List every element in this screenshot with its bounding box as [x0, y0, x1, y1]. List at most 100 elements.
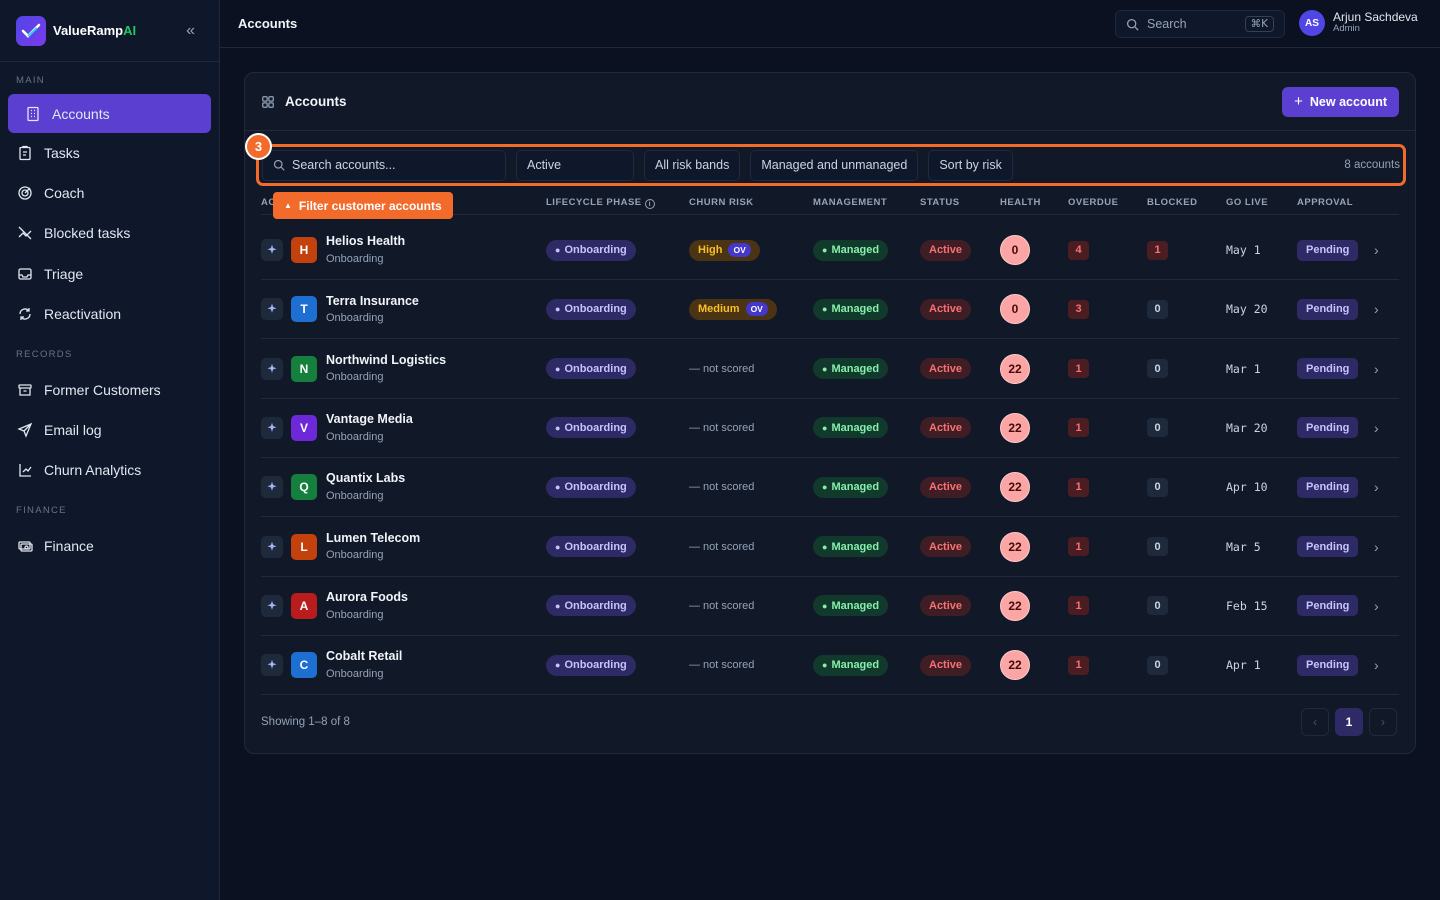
sidebar-item-blocked-tasks[interactable]: Blocked tasks	[8, 215, 211, 251]
status-badge: Active	[920, 358, 972, 380]
management-badge: ● Managed	[813, 417, 889, 439]
table-row[interactable]: N Northwind Logistics Onboarding ● Onboar…	[261, 340, 1399, 399]
status-badge: Active	[920, 298, 972, 320]
col-approval[interactable]: APPROVAL	[1297, 197, 1353, 208]
prev-page-button[interactable]: ‹	[1301, 708, 1329, 736]
account-subtitle: Onboarding	[326, 608, 384, 621]
churn-risk-badge: Medium OV	[689, 298, 777, 320]
sparkle-icon[interactable]	[261, 654, 283, 677]
account-name[interactable]: Terra Insurance	[326, 295, 419, 308]
col-management[interactable]: MANAGEMENT	[813, 197, 887, 208]
sparkle-icon[interactable]	[261, 416, 283, 439]
account-name[interactable]: Northwind Logistics	[326, 354, 446, 367]
table-row[interactable]: L Lumen Telecom Onboarding ● Onboarding —…	[261, 518, 1399, 577]
sparkle-icon[interactable]	[261, 594, 283, 617]
status-badge: Active	[920, 417, 972, 439]
page-1-button[interactable]: 1	[1335, 708, 1363, 736]
account-name[interactable]: Vantage Media	[326, 413, 413, 426]
caret-up-icon: ▲	[284, 201, 292, 210]
sidebar-item-churn-analytics[interactable]: Churn Analytics	[8, 452, 211, 488]
health-score: 22	[1000, 650, 1030, 681]
sidebar-item-email-log[interactable]: Email log	[8, 412, 211, 448]
table-row[interactable]: V Vantage Media Onboarding ● Onboarding —…	[261, 399, 1399, 458]
sparkle-icon[interactable]	[261, 535, 283, 558]
chevron-right-icon[interactable]: ›	[1374, 657, 1379, 673]
col-go-live[interactable]: GO LIVE	[1226, 197, 1268, 208]
churn-risk-text: — not scored	[689, 421, 755, 434]
chart-up-icon	[19, 464, 32, 477]
col-churn-risk[interactable]: CHURN RISK	[689, 197, 754, 208]
account-search-input[interactable]	[292, 158, 482, 172]
lifecycle-badge: ● Onboarding	[546, 358, 636, 380]
sparkle-icon[interactable]	[261, 476, 283, 499]
chevron-right-icon[interactable]: ›	[1374, 301, 1379, 317]
card-title: Accounts	[285, 94, 347, 109]
risk-filter[interactable]: All risk bands	[644, 149, 741, 181]
table-row[interactable]: Q Quantix Labs Onboarding ● Onboarding — …	[261, 458, 1399, 518]
col-health[interactable]: HEALTH	[1000, 197, 1041, 208]
account-name[interactable]: Helios Health	[326, 235, 405, 248]
new-account-button[interactable]: + New account	[1282, 86, 1399, 117]
approval-badge: Pending	[1297, 595, 1359, 617]
sidebar-item-accounts[interactable]: Accounts	[8, 94, 211, 133]
blocked-count: 0	[1147, 655, 1168, 675]
account-name[interactable]: Aurora Foods	[326, 591, 408, 604]
management-filter[interactable]: Managed and unmanaged	[750, 149, 919, 181]
churn-risk-badge: High OV	[689, 239, 760, 261]
chevron-right-icon[interactable]: ›	[1374, 479, 1379, 495]
health-score: 0	[1000, 294, 1030, 325]
target-icon	[18, 186, 32, 200]
sidebar-item-triage[interactable]: Triage	[8, 256, 211, 292]
info-icon: i	[644, 199, 655, 209]
overdue-count: 1	[1068, 537, 1089, 556]
go-live-date: Mar 1	[1226, 361, 1261, 376]
chevron-right-icon[interactable]: ›	[1374, 598, 1379, 614]
global-search[interactable]: Search ⌘K	[1115, 10, 1285, 38]
sparkle-icon[interactable]	[261, 239, 283, 261]
col-overdue[interactable]: OVERDUE	[1068, 197, 1118, 208]
pagination-summary: Showing 1–8 of 8	[261, 716, 350, 728]
col-lifecycle-phase[interactable]: LIFECYCLE PHASE i	[546, 197, 655, 209]
table-row[interactable]: A Aurora Foods Onboarding ● Onboarding — …	[261, 577, 1399, 636]
sidebar-item-finance[interactable]: Finance	[8, 528, 211, 564]
sidebar-item-tasks[interactable]: Tasks	[8, 135, 211, 171]
status-filter[interactable]: Active	[516, 149, 634, 181]
account-subtitle: Onboarding	[326, 371, 384, 384]
table-row[interactable]: C Cobalt Retail Onboarding ● Onboarding —…	[261, 636, 1399, 696]
sidebar-item-label: Former Customers	[44, 382, 161, 398]
sparkle-icon[interactable]	[261, 357, 283, 380]
chevron-right-icon[interactable]: ›	[1374, 242, 1379, 258]
archive-icon	[18, 384, 32, 396]
table-row[interactable]: H Helios Health Onboarding ● Onboarding H…	[261, 221, 1399, 280]
account-name[interactable]: Lumen Telecom	[326, 532, 420, 545]
management-badge: ● Managed	[813, 298, 889, 320]
user-menu[interactable]: AS Arjun Sachdeva Admin	[1299, 10, 1418, 36]
lifecycle-badge: ● Onboarding	[546, 654, 636, 676]
col-status[interactable]: STATUS	[920, 197, 960, 208]
inbox-icon	[18, 268, 32, 280]
account-search-field[interactable]	[262, 149, 506, 181]
collapse-sidebar-icon[interactable]: «	[186, 22, 195, 40]
sidebar-item-reactivation[interactable]: Reactivation	[8, 296, 211, 332]
status-badge: Active	[920, 654, 972, 676]
go-live-date: May 20	[1226, 302, 1268, 317]
col-blocked[interactable]: BLOCKED	[1147, 197, 1197, 208]
sidebar-item-coach[interactable]: Coach	[8, 175, 211, 211]
sidebar-item-label: Churn Analytics	[44, 462, 142, 478]
chevron-right-icon[interactable]: ›	[1374, 361, 1379, 377]
blocked-count: 0	[1147, 359, 1168, 379]
account-count: 8 accounts	[1344, 159, 1400, 171]
sort-select[interactable]: Sort by risk	[928, 149, 1013, 181]
blocked-count: 0	[1147, 537, 1168, 556]
sidebar-item-former-customers[interactable]: Former Customers	[8, 372, 211, 408]
table-row[interactable]: T Terra Insurance Onboarding ● Onboarding…	[261, 280, 1399, 340]
account-name[interactable]: Quantix Labs	[326, 472, 405, 485]
approval-badge: Pending	[1297, 358, 1359, 380]
next-page-button[interactable]: ›	[1369, 708, 1397, 736]
blocked-count: 0	[1147, 477, 1168, 497]
account-avatar: L	[291, 533, 317, 560]
chevron-right-icon[interactable]: ›	[1374, 539, 1379, 555]
chevron-right-icon[interactable]: ›	[1374, 420, 1379, 436]
sparkle-icon[interactable]	[261, 298, 283, 321]
account-name[interactable]: Cobalt Retail	[326, 650, 402, 663]
